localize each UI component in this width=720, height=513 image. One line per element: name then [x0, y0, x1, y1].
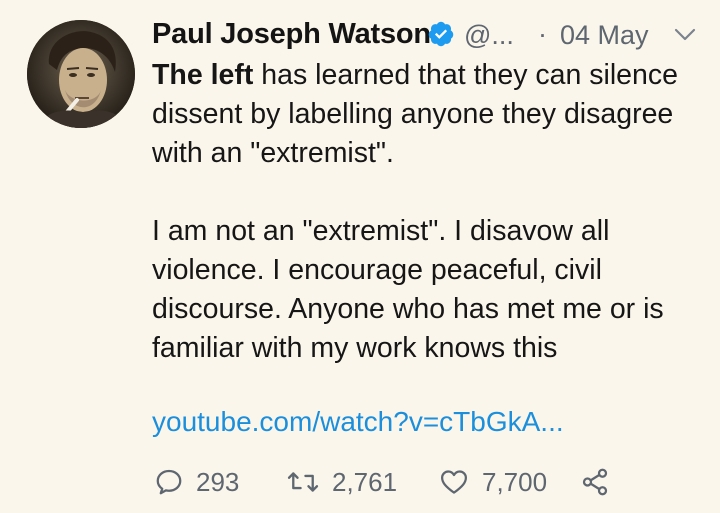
- reply-count: 293: [196, 466, 240, 497]
- like-button[interactable]: 7,700: [438, 462, 547, 502]
- retweet-count: 2,761: [332, 466, 398, 497]
- like-count: 7,700: [482, 466, 548, 497]
- heart-icon: [441, 470, 467, 494]
- reply-button[interactable]: 293: [154, 462, 239, 502]
- avatar[interactable]: [27, 20, 135, 128]
- tweet-bold-lead: The left: [152, 59, 254, 91]
- share-icon: [582, 468, 608, 496]
- display-name[interactable]: Paul Joseph Watson: [152, 18, 431, 51]
- tweet-card[interactable]: Paul Joseph Watson @... · 04 May The lef…: [0, 0, 720, 513]
- retweet-button[interactable]: 2,761: [286, 462, 397, 502]
- tweet-date[interactable]: 04 May: [560, 20, 649, 51]
- avatar-photo: [27, 20, 135, 128]
- tweet-header: Paul Joseph Watson @... · 04 May: [152, 10, 712, 54]
- user-handle[interactable]: @...: [464, 20, 514, 51]
- header-separator: ·: [538, 19, 547, 49]
- tweet-link[interactable]: youtube.com/watch?v=cTbGkA...: [152, 406, 564, 438]
- chevron-down-icon[interactable]: [674, 28, 696, 42]
- tweet-text: The left has learned that they can silen…: [152, 56, 712, 368]
- tweet-paragraph-1: The left has learned that they can silen…: [152, 56, 712, 173]
- tweet-content: Paul Joseph Watson @... · 04 May The lef…: [152, 10, 712, 497]
- retweet-icon: [287, 472, 319, 492]
- reply-icon: [156, 469, 182, 495]
- tweet-actions: 293 2,761 7,700: [152, 462, 712, 502]
- share-button[interactable]: [580, 462, 610, 502]
- verified-badge-icon: [428, 21, 454, 47]
- tweet-paragraph-2: I am not an "extremist". I disavow all v…: [152, 215, 664, 364]
